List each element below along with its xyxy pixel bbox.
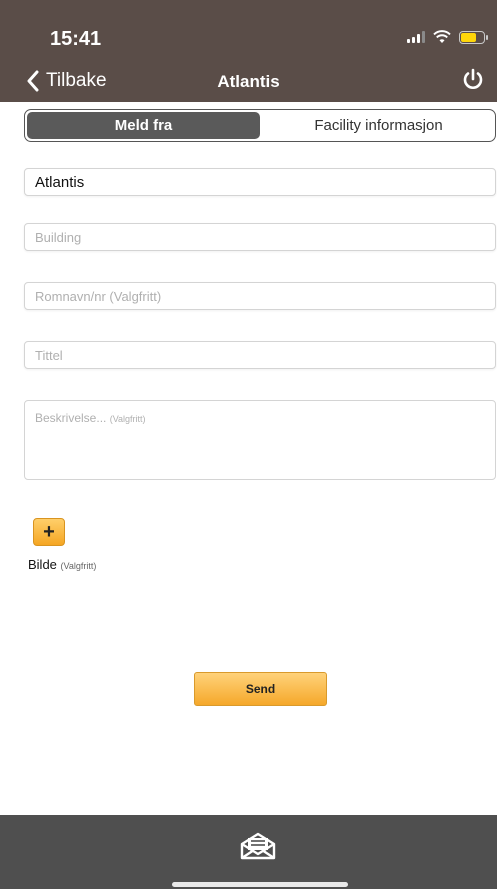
title-field[interactable]: Tittel: [24, 341, 496, 369]
description-optional: (Valgfritt): [109, 414, 146, 424]
battery-icon: [459, 30, 488, 44]
wifi-icon: [433, 30, 451, 43]
header: 15:41 Tilbake Atlantis: [0, 0, 497, 102]
segmented-control: Meld fra Facility informasjon: [24, 109, 496, 142]
description-field[interactable]: Beskrivelse... (Valgfritt): [24, 400, 496, 480]
tab-meld-fra[interactable]: Meld fra: [27, 112, 260, 139]
image-optional: (Valgfritt): [60, 561, 97, 571]
status-icons: [407, 30, 488, 44]
status-time: 15:41: [50, 28, 102, 50]
description-placeholder: Beskrivelse...: [35, 411, 107, 425]
home-indicator: [172, 882, 348, 887]
image-label: Bilde (Valgfritt): [28, 557, 96, 572]
add-image-button[interactable]: +: [33, 518, 65, 546]
page-title: Atlantis: [217, 72, 280, 91]
room-field[interactable]: Romnavn/nr (Valgfritt): [24, 282, 496, 310]
location-field[interactable]: Atlantis: [24, 168, 496, 196]
signal-icon: [407, 31, 425, 43]
building-field[interactable]: Building: [24, 223, 496, 251]
mail-icon[interactable]: [240, 832, 276, 860]
image-label-text: Bilde: [28, 557, 57, 572]
power-icon[interactable]: [461, 68, 485, 92]
tab-facility-informasjon[interactable]: Facility informasjon: [262, 110, 495, 141]
send-button[interactable]: Send: [194, 672, 327, 706]
